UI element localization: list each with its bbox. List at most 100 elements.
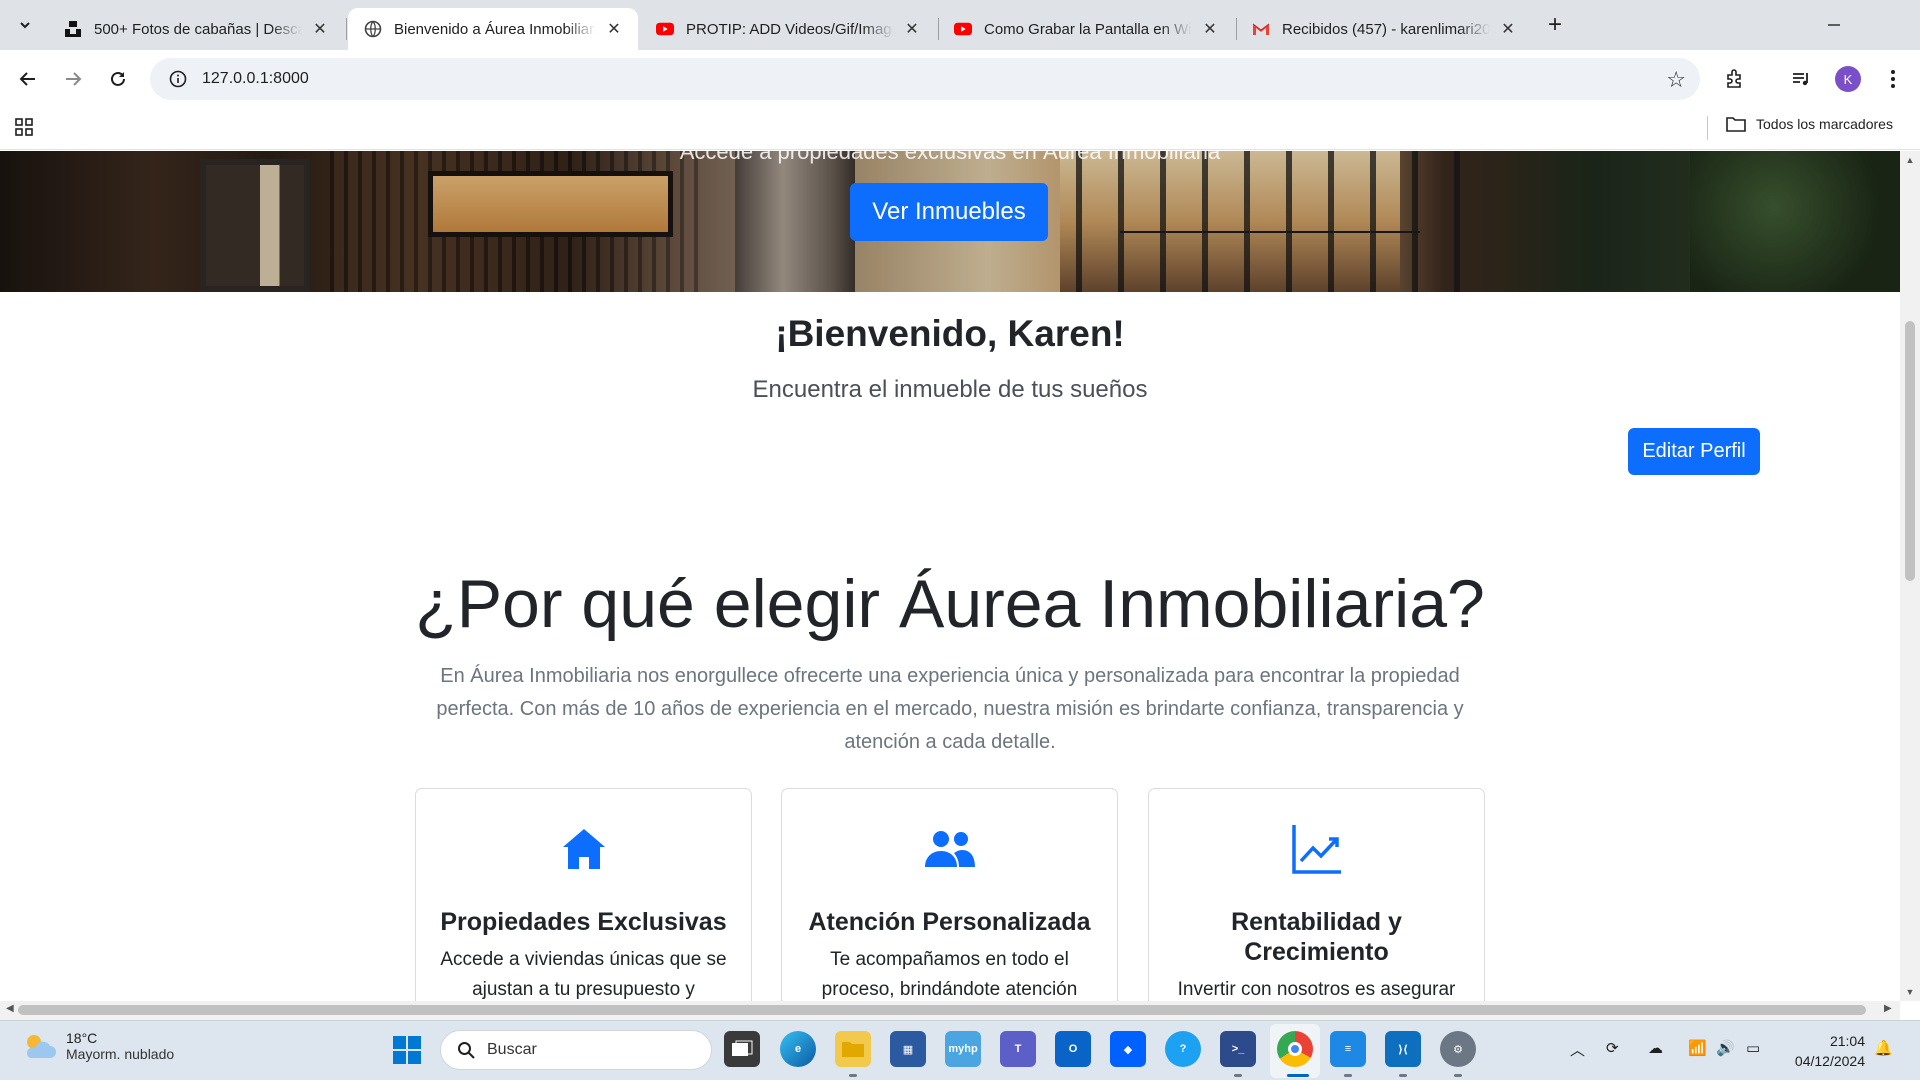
help-icon[interactable]: ? (1165, 1031, 1201, 1067)
tab-gmail[interactable]: Recibidos (457) - karenlimari2000@gmail.… (1236, 8, 1532, 50)
folder-icon (1726, 117, 1746, 132)
wifi-icon[interactable]: 📶 (1688, 1039, 1707, 1057)
gmail-icon (1252, 20, 1270, 38)
tab-title: Como Grabar la Pantalla en Windows (984, 20, 1192, 38)
tab-youtube-protip[interactable]: PROTIP: ADD Videos/Gif/Images to README … (640, 8, 936, 50)
welcome-heading: ¡Bienvenido, Karen! (775, 313, 1125, 354)
close-icon[interactable]: ✕ (902, 19, 922, 39)
vscode-icon[interactable]: ⟩⟨ (1385, 1031, 1421, 1067)
feature-title: Rentabilidad y Crecimiento (1231, 908, 1402, 966)
horizontal-scrollbar[interactable]: ◀ ▶ (0, 1001, 1900, 1020)
site-info-icon[interactable] (158, 59, 198, 99)
chart-line-icon (1149, 821, 1484, 877)
tab-search-button[interactable] (8, 9, 42, 41)
scrollbar-thumb[interactable] (1905, 321, 1915, 581)
weather-desc: Mayorm. nublado (66, 1046, 175, 1062)
youtube-icon (656, 20, 674, 38)
taskbar-search[interactable]: Buscar (440, 1030, 712, 1070)
tab-title: Bienvenido a Áurea Inmobiliaria (394, 20, 596, 38)
hero-banner: Accede a propiedades exclusivas en Áurea… (0, 151, 1900, 292)
vertical-scrollbar[interactable]: ▲ ▼ (1900, 151, 1920, 1001)
menu-kebab-icon[interactable] (1878, 64, 1908, 94)
feature-card: Propiedades Exclusivas Accede a vivienda… (415, 788, 752, 1001)
welcome-tagline: Encuentra el inmueble de tus sueños (752, 376, 1148, 403)
search-icon (458, 1042, 475, 1059)
page-viewport: Accede a propiedades exclusivas en Áurea… (0, 151, 1900, 1001)
minimize-icon (1828, 24, 1840, 26)
start-button[interactable] (392, 1035, 422, 1065)
tab-aurea[interactable]: Bienvenido a Áurea Inmobiliaria ✕ (348, 8, 638, 50)
myhp-icon[interactable]: myhp (945, 1031, 981, 1067)
address-bar[interactable]: 127.0.0.1:8000 ☆ (150, 58, 1700, 100)
browser-toolbar: 127.0.0.1:8000 ☆ (0, 50, 1920, 108)
battery-icon[interactable]: ▭ (1746, 1039, 1760, 1057)
feature-text: Te acompañamos en todo el proceso, brind… (821, 949, 1078, 1000)
edit-profile-button[interactable]: Editar Perfil (1628, 428, 1760, 475)
volume-icon[interactable]: 🔊 (1716, 1039, 1735, 1057)
clock-time: 21:04 (1829, 1033, 1865, 1049)
close-icon[interactable]: ✕ (604, 19, 624, 39)
store-icon[interactable]: ▦ (890, 1031, 926, 1067)
clock-date: 04/12/2024 (1794, 1053, 1865, 1069)
chevron-down-icon (20, 22, 30, 29)
bookmark-star-icon[interactable]: ☆ (1666, 67, 1686, 93)
scroll-up-arrow[interactable]: ▲ (1905, 155, 1915, 165)
forward-button[interactable] (55, 61, 91, 97)
feature-title: Propiedades Exclusivas (440, 908, 727, 936)
close-icon[interactable]: ✕ (1498, 19, 1518, 39)
tab-unsplash[interactable]: 500+ Fotos de cabañas | Descargar imágen… (48, 8, 344, 50)
chrome-icon[interactable] (1277, 1031, 1313, 1067)
tab-strip: 500+ Fotos de cabañas | Descargar imágen… (0, 0, 1920, 50)
feature-text: Accede a viviendas únicas que se ajustan… (440, 949, 727, 1000)
weather-widget[interactable]: 18°C Mayorm. nublado (22, 1030, 174, 1062)
scroll-right-arrow[interactable]: ▶ (1884, 1003, 1892, 1014)
profile-avatar[interactable]: K (1835, 66, 1861, 92)
windows-icon (393, 1036, 421, 1064)
cloud-sun-icon (26, 1035, 56, 1058)
windows-taskbar: 18°C Mayorm. nublado Buscar e ▦ myhp T O… (0, 1020, 1920, 1080)
all-bookmarks-button[interactable]: Todos los marcadores (1726, 116, 1893, 132)
all-bookmarks-label: Todos los marcadores (1756, 116, 1893, 132)
back-button[interactable] (10, 61, 46, 97)
teams-icon[interactable]: T (1000, 1031, 1036, 1067)
outlook-icon[interactable]: O (1055, 1031, 1091, 1067)
new-tab-button[interactable]: + (1540, 10, 1570, 40)
minimize-button[interactable] (1810, 8, 1858, 42)
media-control-icon[interactable] (1786, 64, 1816, 94)
arrow-right-icon (66, 72, 82, 86)
settings-gear-icon[interactable]: ⚙ (1440, 1031, 1476, 1067)
scroll-left-arrow[interactable]: ◀ (6, 1003, 14, 1014)
powershell-icon[interactable]: >_ (1220, 1031, 1256, 1067)
sync-icon[interactable]: ⟳ (1606, 1039, 1619, 1057)
youtube-icon (954, 20, 972, 38)
why-heading: ¿Por qué elegir Áurea Inmobiliaria? (415, 566, 1485, 642)
tab-title: PROTIP: ADD Videos/Gif/Images to README (686, 20, 894, 38)
feature-card: Atención Personalizada Te acompañamos en… (781, 788, 1118, 1001)
reload-button[interactable] (100, 61, 136, 97)
apps-grid-icon[interactable] (14, 117, 34, 142)
edge-icon[interactable]: e (780, 1031, 816, 1067)
file-explorer-icon[interactable] (835, 1031, 871, 1067)
extensions-icon[interactable] (1720, 64, 1750, 94)
close-icon[interactable]: ✕ (1200, 19, 1220, 39)
tab-title: 500+ Fotos de cabañas | Descargar imágen… (94, 20, 302, 38)
ver-inmuebles-button[interactable]: Ver Inmuebles (850, 183, 1048, 241)
bookmarks-divider (1707, 116, 1708, 140)
notepad-icon[interactable]: ≡ (1330, 1031, 1366, 1067)
hero-subtitle: Accede a propiedades exclusivas en Áurea… (679, 151, 1221, 164)
task-view-icon[interactable] (724, 1031, 760, 1067)
scrollbar-thumb[interactable] (18, 1005, 1866, 1015)
clock[interactable]: 21:04 04/12/2024 (1785, 1031, 1865, 1071)
house-icon (416, 821, 751, 877)
url-text[interactable]: 127.0.0.1:8000 (202, 70, 309, 88)
tray-chevron-up-icon[interactable]: ︿ (1570, 1039, 1585, 1060)
onedrive-cloud-icon[interactable]: ☁ (1648, 1039, 1663, 1057)
notifications-bell-icon[interactable]: 🔔 (1874, 1039, 1893, 1057)
bookmarks-bar: Todos los marcadores (0, 108, 1920, 150)
tab-youtube-grabar[interactable]: Como Grabar la Pantalla en Windows ✕ (938, 8, 1234, 50)
dropbox-icon[interactable]: ◆ (1110, 1031, 1146, 1067)
search-placeholder: Buscar (487, 1041, 537, 1058)
reload-icon (111, 71, 125, 86)
close-icon[interactable]: ✕ (310, 19, 330, 39)
scroll-down-arrow[interactable]: ▼ (1905, 987, 1915, 997)
